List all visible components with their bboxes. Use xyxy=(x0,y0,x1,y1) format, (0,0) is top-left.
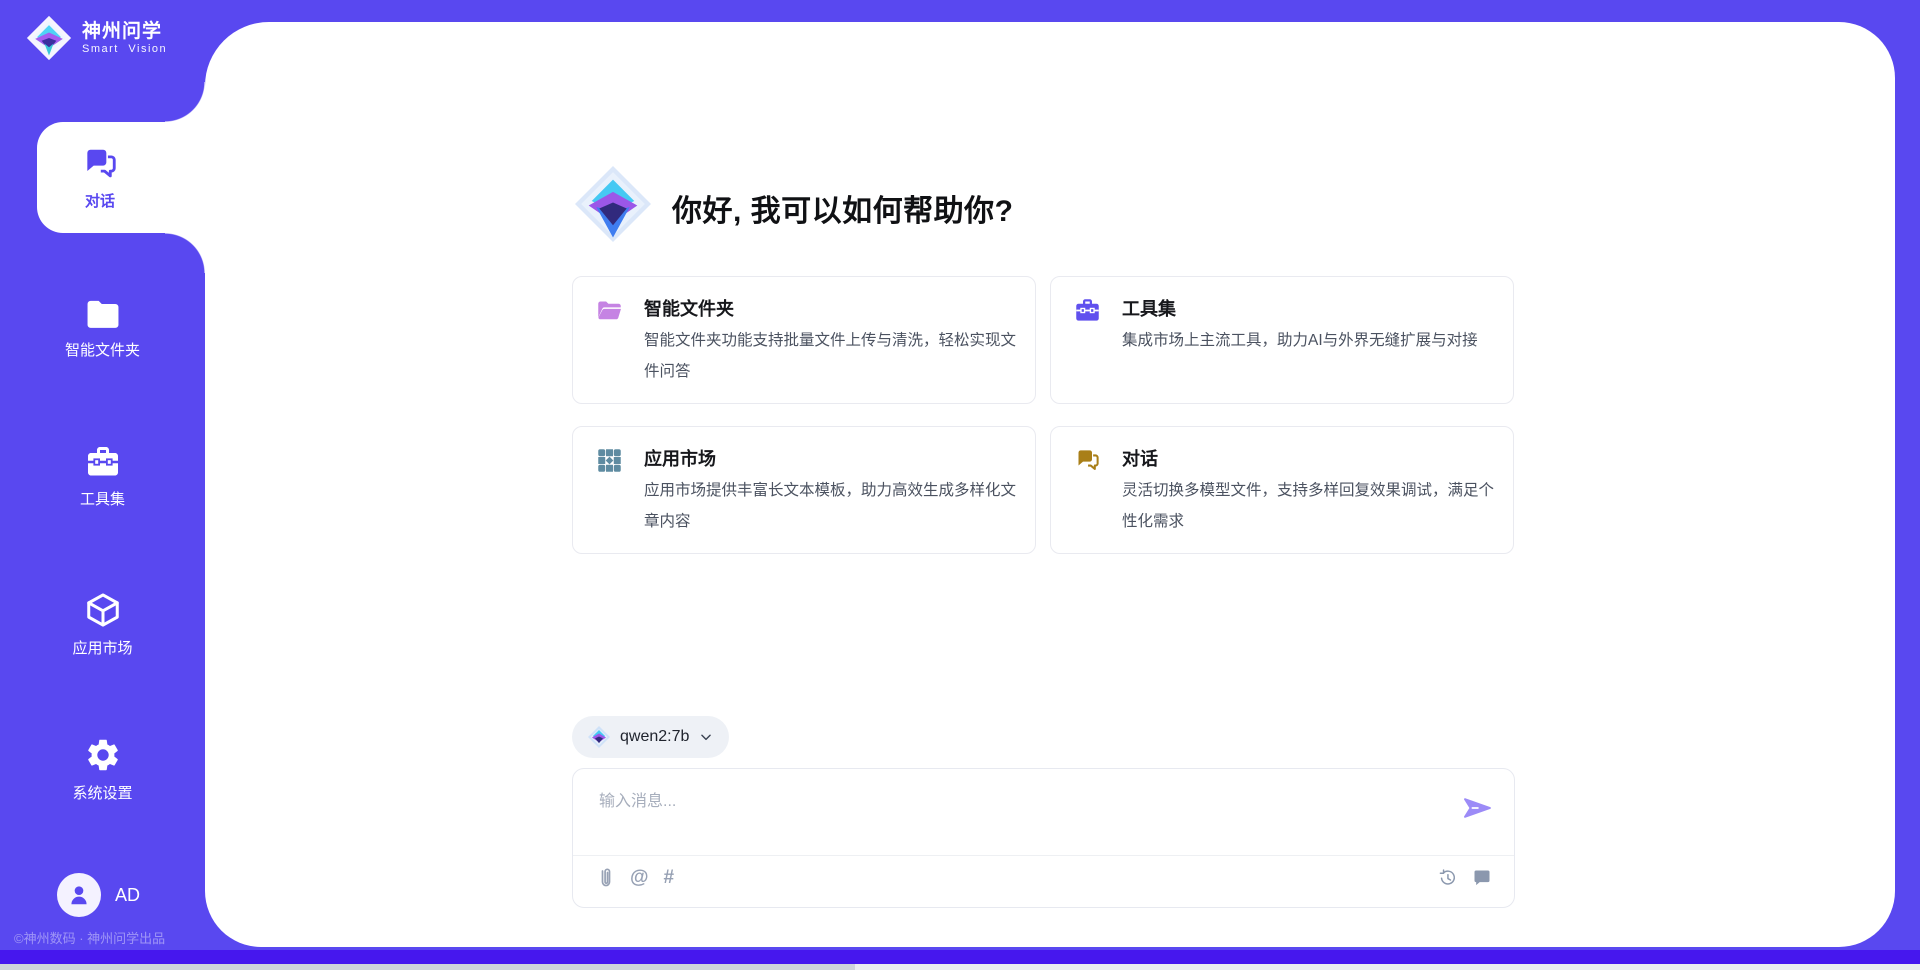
card-description: 灵活切换多模型文件，支持多样回复效果调试，满足个性化需求 xyxy=(1122,475,1494,537)
composer-divider xyxy=(573,855,1514,856)
active-tab-fillet-bottom xyxy=(165,233,205,273)
history-icon[interactable] xyxy=(1437,867,1458,888)
feature-cards: 智能文件夹 智能文件夹功能支持批量文件上传与清洗，轻松实现文件问答 工具集 集成… xyxy=(572,276,1514,554)
card-description: 集成市场上主流工具，助力AI与外界无缝扩展与对接 xyxy=(1122,325,1494,356)
user-profile[interactable]: AD xyxy=(57,873,140,917)
model-diamond-icon xyxy=(588,726,610,748)
greeting-logo-icon xyxy=(575,166,651,242)
hash-icon[interactable]: # xyxy=(664,867,675,889)
message-input[interactable] xyxy=(597,785,1437,843)
brand: 神州问学 Smart Vision xyxy=(26,15,167,61)
briefcase-icon xyxy=(84,444,122,480)
paperclip-icon[interactable] xyxy=(597,867,615,889)
card-toolset[interactable]: 工具集 集成市场上主流工具，助力AI与外界无缝扩展与对接 xyxy=(1050,276,1514,404)
app-window: 神州问学 Smart Vision 对话 智能文件夹 工具集 xyxy=(0,0,1920,970)
horizontal-scrollbar-thumb[interactable] xyxy=(0,964,855,970)
composer-right-tools xyxy=(1437,867,1492,888)
model-name: qwen2:7b xyxy=(620,728,689,746)
brand-subtitle: Smart Vision xyxy=(82,43,167,55)
gear-icon xyxy=(84,736,122,774)
avatar xyxy=(57,873,101,917)
cube-icon xyxy=(84,591,122,629)
chat-icon xyxy=(1074,447,1101,474)
card-app-market[interactable]: 应用市场 应用市场提供丰富长文本模板，助力高效生成多样化文章内容 xyxy=(572,426,1036,554)
card-description: 应用市场提供丰富长文本模板，助力高效生成多样化文章内容 xyxy=(644,475,1016,537)
chevron-down-icon xyxy=(699,730,713,744)
sidebar-item-label: 对话 xyxy=(85,190,115,211)
sidebar-item-label: 工具集 xyxy=(0,488,205,509)
sidebar-item-label: 应用市场 xyxy=(0,637,205,658)
card-title: 应用市场 xyxy=(644,445,716,471)
send-icon[interactable] xyxy=(1462,795,1492,821)
card-title: 工具集 xyxy=(1122,295,1176,321)
model-selector[interactable]: qwen2:7b xyxy=(572,716,729,758)
sidebar-item-toolset[interactable]: 工具集 xyxy=(0,444,205,509)
sidebar-item-settings[interactable]: 系统设置 xyxy=(0,736,205,803)
person-icon xyxy=(66,882,92,908)
folder-open-icon xyxy=(596,297,623,324)
page-bottom-band xyxy=(0,950,1920,964)
comment-icon[interactable] xyxy=(1472,868,1492,888)
card-title: 智能文件夹 xyxy=(644,295,734,321)
sidebar-item-chat[interactable]: 对话 xyxy=(37,122,205,233)
sidebar-footer: ©神州数码 · 神州问学出品 xyxy=(14,928,165,947)
message-composer: @ # xyxy=(572,768,1515,908)
card-title: 对话 xyxy=(1122,445,1158,471)
brand-logo-icon xyxy=(26,15,72,61)
card-smart-folder[interactable]: 智能文件夹 智能文件夹功能支持批量文件上传与清洗，轻松实现文件问答 xyxy=(572,276,1036,404)
folder-icon xyxy=(84,297,122,331)
user-initials: AD xyxy=(115,885,140,906)
sidebar-item-smart-folder[interactable]: 智能文件夹 xyxy=(0,297,205,360)
composer-left-tools: @ # xyxy=(597,867,674,889)
chat-icon xyxy=(81,145,119,183)
mention-icon[interactable]: @ xyxy=(630,867,649,889)
grid-icon xyxy=(596,447,623,474)
active-tab-fillet-top xyxy=(165,82,205,122)
sidebar-item-label: 系统设置 xyxy=(0,782,205,803)
sidebar-item-label: 智能文件夹 xyxy=(0,339,205,360)
briefcase-icon xyxy=(1074,297,1101,324)
sidebar-item-app-market[interactable]: 应用市场 xyxy=(0,591,205,658)
card-description: 智能文件夹功能支持批量文件上传与清洗，轻松实现文件问答 xyxy=(644,325,1016,387)
brand-name: 神州问学 xyxy=(82,21,167,43)
card-chat[interactable]: 对话 灵活切换多模型文件，支持多样回复效果调试，满足个性化需求 xyxy=(1050,426,1514,554)
greeting-title: 你好, 我可以如何帮助你? xyxy=(672,186,1014,230)
